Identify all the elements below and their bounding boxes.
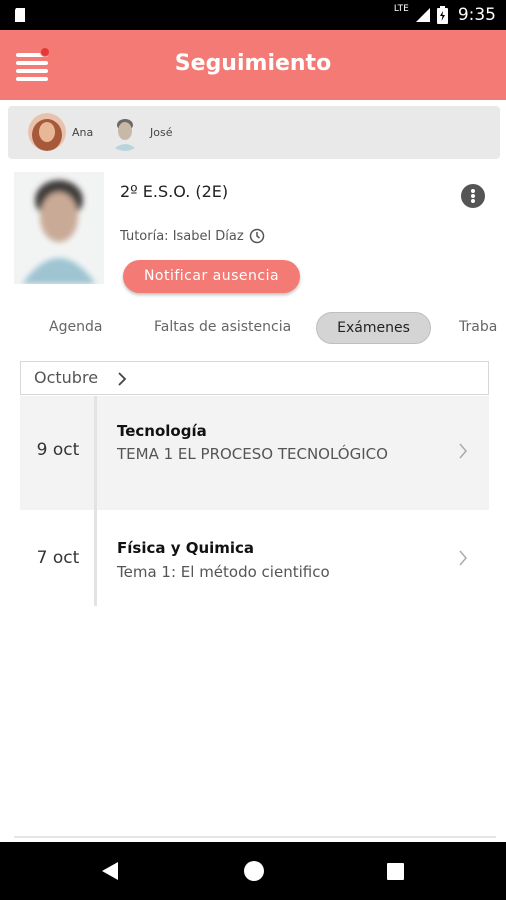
child-name: José	[150, 125, 173, 139]
section-tabs: Agenda Faltas de asistencia Exámenes Tra…	[0, 312, 506, 344]
exam-topic: Tema 1: El método cientifico	[117, 563, 330, 581]
page-title: Seguimiento	[174, 51, 332, 76]
children-selector: Ana José	[8, 106, 500, 159]
tab-agenda[interactable]: Agenda	[49, 312, 102, 344]
battery-icon	[436, 6, 448, 24]
system-nav-bar	[0, 842, 506, 900]
exam-date: 9 oct	[36, 440, 80, 460]
list-item[interactable]: 7 oct Física y Quimica Tema 1: El método…	[20, 510, 489, 606]
exam-date: 7 oct	[36, 548, 80, 568]
month-label: Octubre	[34, 368, 99, 387]
app-header: Seguimiento	[0, 30, 506, 100]
child-jose[interactable]: José	[106, 113, 172, 151]
status-bar: LTE 9:35	[0, 0, 506, 30]
chevron-right-icon[interactable]	[117, 372, 127, 386]
sd-card-icon	[15, 8, 25, 22]
divider	[14, 836, 496, 838]
avatar	[28, 113, 66, 151]
student-group: 2º E.S.O. (2E)	[120, 182, 229, 201]
tab-attendance[interactable]: Faltas de asistencia	[154, 312, 291, 344]
status-time: 9:35	[457, 5, 496, 25]
child-ana[interactable]: Ana	[28, 113, 93, 151]
clock-icon[interactable]	[249, 228, 265, 244]
signal-icon	[415, 8, 430, 22]
list-item[interactable]: 9 oct Tecnología TEMA 1 EL PROCESO TECNO…	[20, 396, 489, 510]
chevron-right-icon	[459, 550, 467, 566]
chevron-right-icon	[459, 443, 467, 459]
avatar	[106, 113, 144, 151]
tutor-info: Tutoría: Isabel Díaz	[120, 228, 265, 244]
home-icon[interactable]	[243, 860, 265, 882]
exam-list: 9 oct Tecnología TEMA 1 EL PROCESO TECNO…	[20, 396, 489, 606]
tutor-label: Tutoría: Isabel Díaz	[120, 228, 244, 244]
exam-topic: TEMA 1 EL PROCESO TECNOLÓGICO	[117, 445, 388, 463]
exam-subject: Física y Quimica	[117, 539, 255, 557]
recents-icon[interactable]	[386, 862, 405, 881]
timeline-divider	[94, 396, 97, 510]
more-options-icon[interactable]	[461, 184, 485, 208]
exam-subject: Tecnología	[117, 422, 207, 440]
back-icon[interactable]	[101, 861, 119, 881]
network-type: LTE	[393, 4, 409, 14]
month-selector[interactable]: Octubre	[20, 361, 489, 395]
timeline-divider	[94, 510, 97, 606]
tab-exams[interactable]: Exámenes	[316, 312, 431, 344]
student-photo	[14, 172, 104, 284]
notify-absence-button[interactable]: Notificar ausencia	[123, 260, 300, 293]
child-name: Ana	[72, 125, 94, 139]
tab-assignments[interactable]: Traba	[459, 312, 497, 344]
